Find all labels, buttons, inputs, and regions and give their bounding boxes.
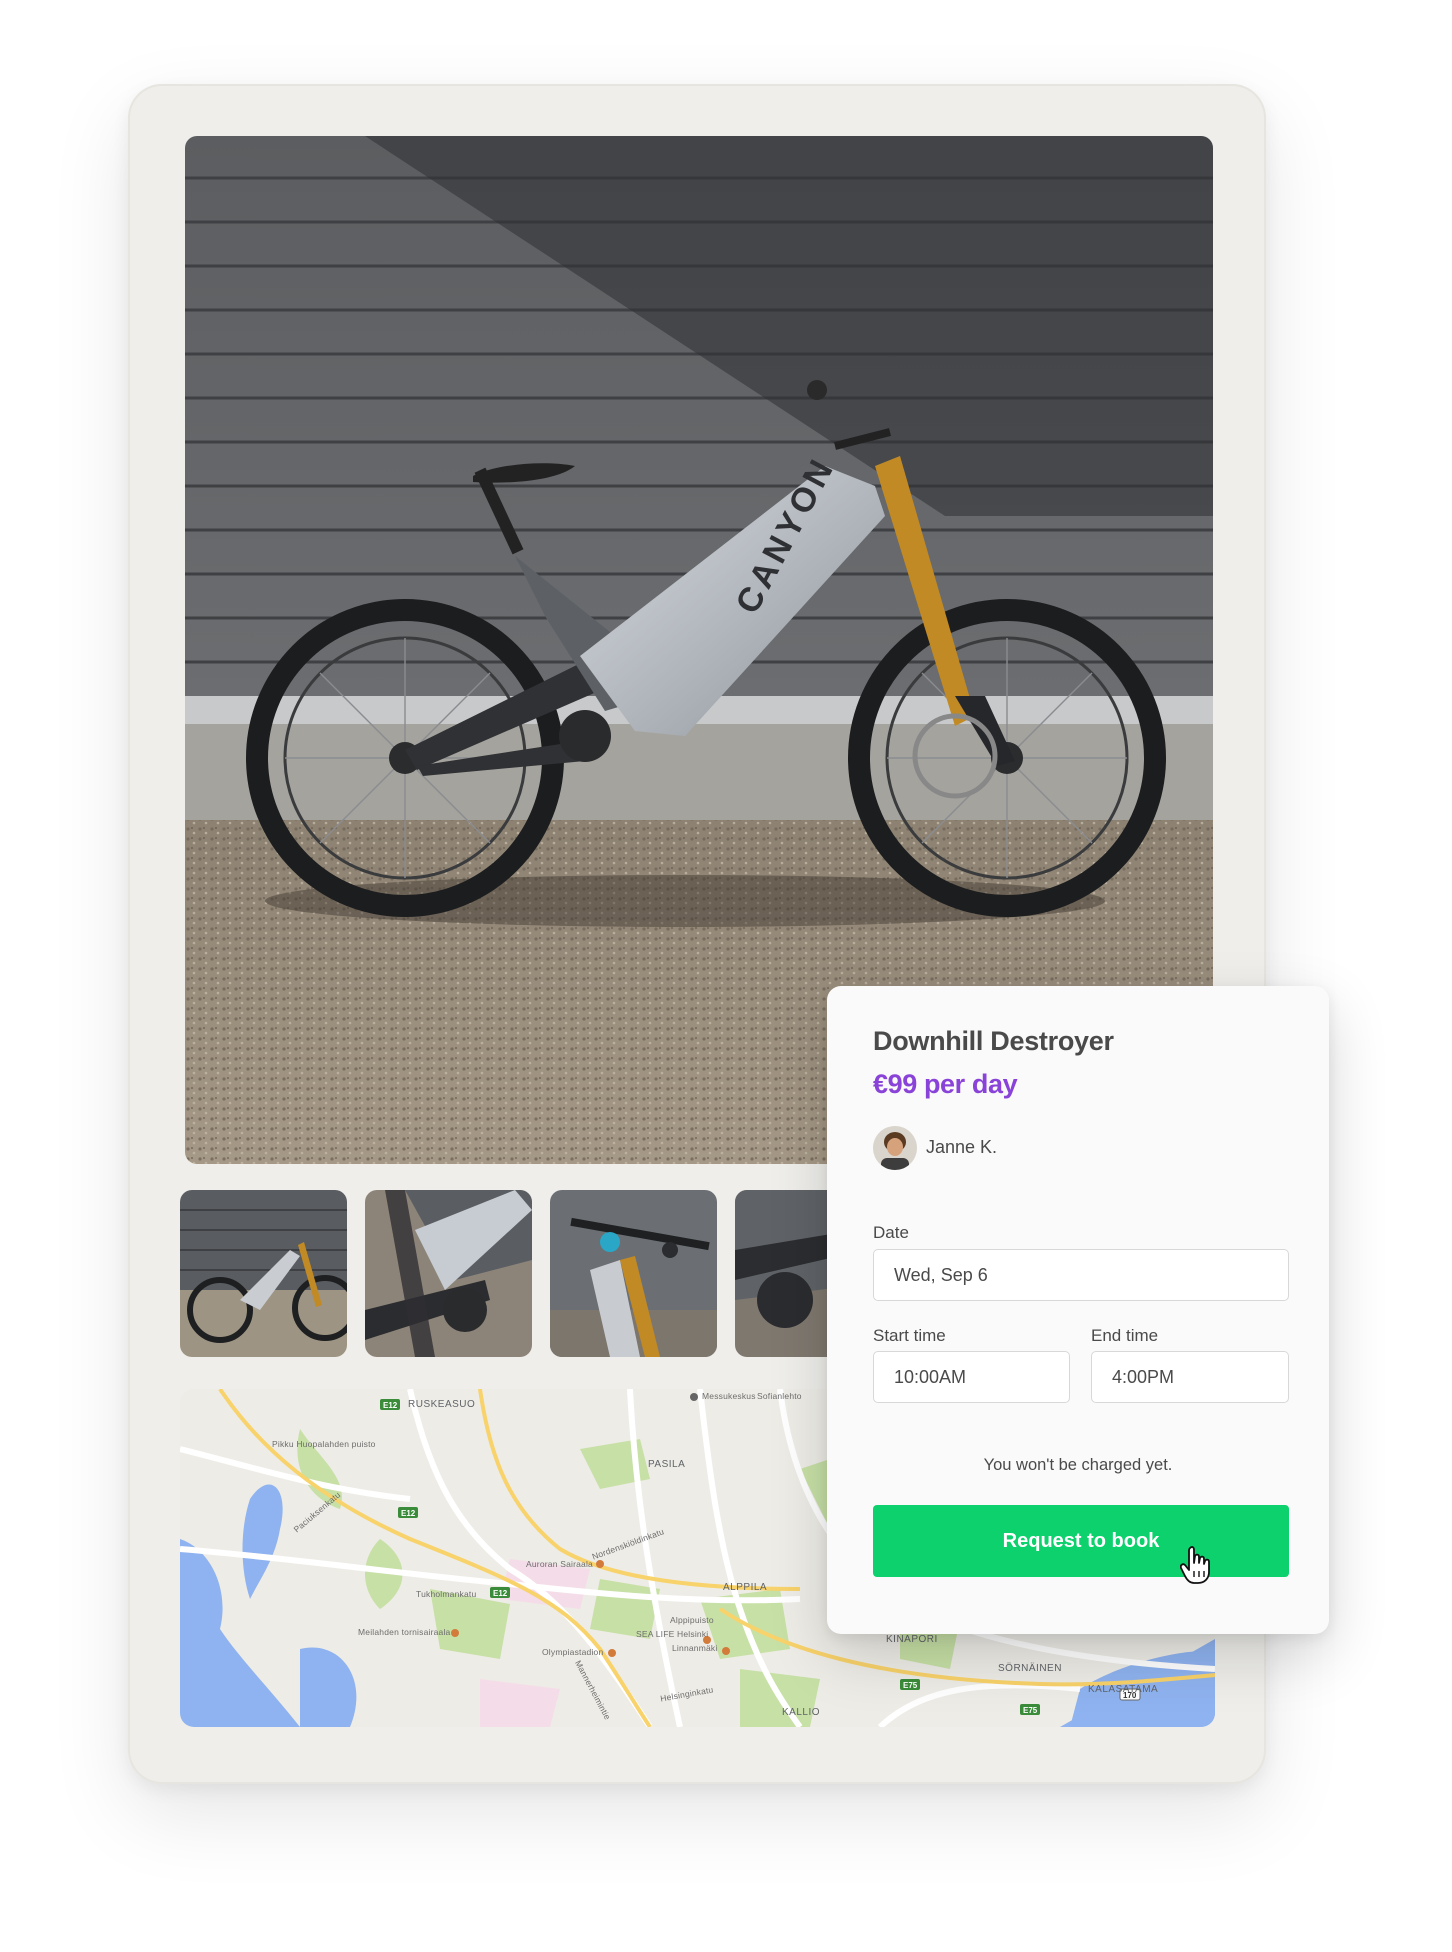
svg-text:E75: E75: [1023, 1706, 1038, 1715]
map-poi-label: Linnanmäki: [672, 1643, 718, 1653]
map-poi-label: Olympiastadion: [542, 1647, 604, 1657]
svg-text:E12: E12: [383, 1401, 398, 1410]
end-time-label: End time: [1091, 1326, 1159, 1345]
start-time-input[interactable]: 10:00AM: [873, 1351, 1070, 1403]
photo-thumbnail-1[interactable]: [180, 1190, 347, 1357]
map-area-label: KALLIO: [782, 1707, 821, 1718]
map-area-label: PASILA: [648, 1459, 686, 1470]
booking-card: Downhill Destroyer €99 per day Janne K. …: [827, 986, 1329, 1634]
map-area-label: ALPPILA: [723, 1582, 768, 1593]
photo-thumbnail-3[interactable]: [550, 1190, 717, 1357]
host-name: Janne K.: [926, 1137, 998, 1157]
map-poi-label: Auroran Sairaala: [526, 1559, 593, 1569]
map-poi-label: Sofianlehto: [757, 1391, 802, 1401]
end-time-input[interactable]: 4:00PM: [1091, 1351, 1289, 1403]
photo-thumbnail-2[interactable]: [365, 1190, 532, 1357]
listing-title: Downhill Destroyer: [873, 1026, 1114, 1056]
hand-pointer-cursor-icon: [1179, 1545, 1214, 1585]
svg-text:E12: E12: [401, 1509, 416, 1518]
date-label: Date: [873, 1223, 909, 1242]
svg-text:E12: E12: [493, 1589, 508, 1598]
start-time-label: Start time: [873, 1326, 946, 1345]
date-input[interactable]: Wed, Sep 6: [873, 1249, 1289, 1301]
map-poi-label: SEA LIFE Helsinki: [636, 1629, 709, 1639]
map-poi-label: Messukeskus: [702, 1391, 756, 1401]
listing-price: €99 per day: [873, 1069, 1018, 1099]
svg-text:E75: E75: [903, 1681, 918, 1690]
map-area-label: RUSKEASUO: [408, 1399, 476, 1410]
request-to-book-button[interactable]: Request to book: [873, 1505, 1289, 1577]
map-poi-label: Meilahden tornisairaala: [358, 1627, 451, 1637]
map-poi-label: Alppipuisto: [670, 1615, 714, 1625]
map-area-label: KINAPORI: [886, 1634, 938, 1645]
map-park-label: Pikku Huopalahden puisto: [272, 1439, 376, 1449]
map-street-label: Tukholmankatu: [416, 1589, 477, 1599]
charge-note: You won't be charged yet.: [983, 1456, 1173, 1474]
host-avatar[interactable]: [873, 1126, 917, 1170]
map-area-label: KALASATAMA: [1088, 1684, 1159, 1695]
map-area-label: SÖRNÄINEN: [998, 1663, 1062, 1674]
